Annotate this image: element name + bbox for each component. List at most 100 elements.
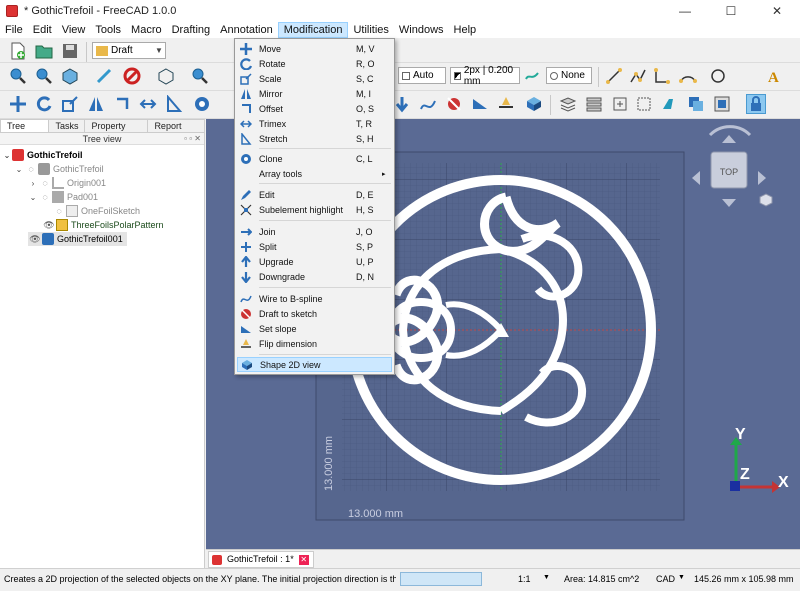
draw-style-icon[interactable] <box>94 66 114 86</box>
menu-view[interactable]: View <box>57 22 91 38</box>
menu-edit[interactable]: Edit <box>28 22 57 38</box>
document-tab[interactable]: GothicTrefoil : 1* ✕ <box>208 551 314 568</box>
menu-item-upgrade[interactable]: Upgrade U, P <box>237 254 392 269</box>
scale-tool-icon[interactable] <box>60 94 80 114</box>
tree-item-sketch[interactable]: ◌ OneFoilSketch <box>52 204 140 218</box>
menu-item-downgrade[interactable]: Downgrade D, N <box>237 269 392 284</box>
save-document-icon[interactable] <box>60 41 80 61</box>
view-box-icon[interactable] <box>156 66 176 86</box>
downgrade-tool-icon[interactable] <box>392 94 412 114</box>
tab-property-view[interactable]: Property view <box>84 119 149 144</box>
hidden-eye-icon[interactable]: ◌ <box>24 164 38 174</box>
stretch-tool-icon[interactable] <box>164 94 184 114</box>
new-document-icon[interactable] <box>8 41 28 61</box>
trimex-tool-icon[interactable] <box>138 94 158 114</box>
set-slope-tool-icon[interactable] <box>470 94 490 114</box>
menu-item-mirror[interactable]: Mirror M, I <box>237 86 392 101</box>
menu-annotation[interactable]: Annotation <box>215 22 278 38</box>
menu-item-draft-to-sketch[interactable]: Draft to sketch <box>237 306 392 321</box>
panel-controls-icon[interactable]: ▫ ▫ ✕ <box>184 133 201 145</box>
tab-tree-view[interactable]: Tree view <box>0 119 50 144</box>
arc-tool-icon[interactable] <box>678 66 698 86</box>
toggle-display-mode-icon[interactable] <box>686 94 706 114</box>
nav-arrow-up-icon[interactable] <box>722 135 736 143</box>
fit-selection-icon[interactable] <box>34 66 54 86</box>
close-button[interactable]: ✕ <box>754 0 800 22</box>
menu-item-wire-to-bspline[interactable]: Wire to B-spline <box>237 291 392 306</box>
menu-utilities[interactable]: Utilities <box>348 22 393 38</box>
nav-mini-cube-icon[interactable] <box>759 193 773 207</box>
shape-2d-view-tool-icon[interactable] <box>524 94 544 114</box>
menu-item-stretch[interactable]: Stretch S, H <box>237 131 392 146</box>
menu-item-join[interactable]: Join J, O <box>237 224 392 239</box>
zoom-dropdown-icon[interactable]: ▼ <box>543 574 550 581</box>
menu-help[interactable]: Help <box>449 22 482 38</box>
menu-item-array-tools[interactable]: Array tools ▸ <box>237 166 392 181</box>
fit-all-icon[interactable] <box>8 66 28 86</box>
tab-tasks[interactable]: Tasks <box>48 119 86 132</box>
collapse-icon[interactable]: ⌄ <box>28 193 38 202</box>
menu-item-scale[interactable]: Scale S, C <box>237 71 392 86</box>
close-tab-icon[interactable]: ✕ <box>298 554 309 565</box>
navigation-cube[interactable]: TOP <box>692 125 773 207</box>
snap-lock-icon[interactable] <box>746 94 766 114</box>
menu-item-shape-2d-view[interactable]: Shape 2D view <box>237 357 392 372</box>
move-tool-icon[interactable] <box>8 94 28 114</box>
tree-item-origin[interactable]: › ◌ Origin001 <box>28 176 106 190</box>
line-tool-icon[interactable] <box>604 66 624 86</box>
wire-tool-icon[interactable] <box>628 66 648 86</box>
layer-tool-icon[interactable] <box>558 94 578 114</box>
menu-drafting[interactable]: Drafting <box>167 22 216 38</box>
menu-file[interactable]: File <box>0 22 28 38</box>
menu-item-set-slope[interactable]: Set slope <box>237 321 392 336</box>
menu-item-edit[interactable]: Edit D, E <box>237 187 392 202</box>
menu-item-clone[interactable]: Clone C, L <box>237 151 392 166</box>
tree-item-body[interactable]: ⌄ ◌ GothicTrefoil <box>14 162 104 176</box>
line-style-combo[interactable]: 2px | 0.200 mm <box>450 65 520 87</box>
menu-item-trimex[interactable]: Trimex T, R <box>237 116 392 131</box>
expand-icon[interactable]: › <box>28 179 38 188</box>
snap-mode-combo[interactable]: Auto <box>398 67 446 84</box>
collapse-icon[interactable]: ⌄ <box>14 165 24 174</box>
nav-style-dropdown-icon[interactable]: ▼ <box>678 574 685 581</box>
menu-tools[interactable]: Tools <box>90 22 126 38</box>
bounding-box-icon[interactable] <box>122 66 142 86</box>
clone-tool-icon[interactable] <box>192 94 212 114</box>
nav-arrow-left-icon[interactable] <box>692 171 700 185</box>
snap-toolbar-icons[interactable] <box>400 572 482 586</box>
menu-item-move[interactable]: Move M, V <box>237 41 392 56</box>
layer-manager-icon[interactable] <box>584 94 604 114</box>
maximize-button[interactable]: ☐ <box>708 0 754 22</box>
tree-item-polar-pattern[interactable]: 👁 ThreeFoilsPolarPattern <box>42 218 164 232</box>
tree-item-pad[interactable]: ⌄ ◌ Pad001 <box>28 190 98 204</box>
zoom-level[interactable]: 1:1 <box>518 574 531 584</box>
tree-item-document[interactable]: ⌄ GothicTrefoil <box>2 148 83 162</box>
add-to-group-icon[interactable] <box>610 94 630 114</box>
circle-tool-icon[interactable] <box>708 66 728 86</box>
wire-bspline-tool-icon[interactable] <box>418 94 438 114</box>
hidden-eye-icon[interactable]: ◌ <box>38 178 52 188</box>
add-construction-icon[interactable] <box>660 94 680 114</box>
menu-item-subelement-highlight[interactable]: Subelement highlight H, S <box>237 202 392 217</box>
offset-tool-icon[interactable] <box>112 94 132 114</box>
hidden-eye-icon[interactable]: ◌ <box>52 206 66 216</box>
nav-arrow-right-icon[interactable] <box>758 171 766 185</box>
navigation-style[interactable]: CAD <box>656 574 675 584</box>
rotate-tool-icon[interactable] <box>34 94 54 114</box>
menu-windows[interactable]: Windows <box>394 22 449 38</box>
open-document-icon[interactable] <box>34 41 54 61</box>
fill-combo[interactable]: None <box>546 67 592 84</box>
collapse-icon[interactable]: ⌄ <box>2 151 12 160</box>
visible-eye-icon[interactable]: 👁 <box>28 234 42 245</box>
nav-rotate-icon[interactable] <box>708 125 752 137</box>
menu-item-offset[interactable]: Offset O, S <box>237 101 392 116</box>
fillet-tool-icon[interactable] <box>652 66 672 86</box>
select-group-icon[interactable] <box>634 94 654 114</box>
apply-style-icon[interactable] <box>522 66 542 86</box>
text-tool-icon[interactable]: A <box>764 66 784 86</box>
minimize-button[interactable]: — <box>662 0 708 22</box>
menu-item-flip-dimension[interactable]: Flip dimension <box>237 336 392 351</box>
flip-dimension-tool-icon[interactable] <box>496 94 516 114</box>
hidden-eye-icon[interactable]: ◌ <box>38 192 52 202</box>
menu-macro[interactable]: Macro <box>126 22 167 38</box>
